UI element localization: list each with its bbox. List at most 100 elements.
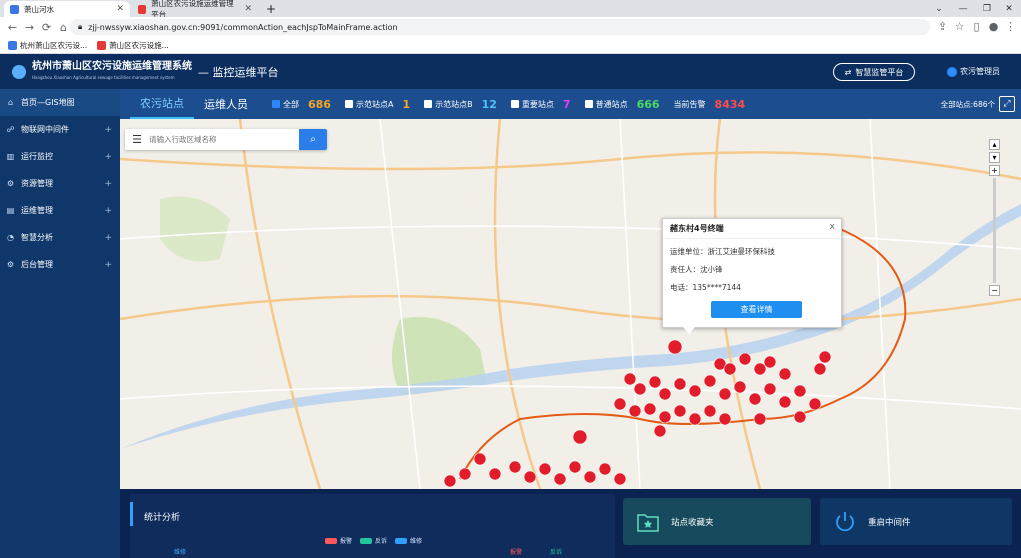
back-icon[interactable]: ← [4, 21, 21, 34]
user-menu[interactable]: 农污管理员 [947, 66, 1000, 77]
sidebar-item-monitor[interactable]: ▥ 运行监控 + [0, 143, 120, 170]
star-icon[interactable]: ☆ [951, 20, 968, 33]
reload-icon[interactable]: ⟳ [38, 21, 55, 34]
monitor-icon: ▥ [6, 152, 15, 161]
bookmark-favicon-icon [8, 40, 17, 50]
site-marker [658, 387, 672, 401]
close-icon[interactable]: ✕ [116, 4, 124, 14]
restart-label: 重启中间件 [868, 517, 911, 528]
maintenance-icon: ▤ [6, 206, 15, 215]
site-marker [763, 355, 777, 369]
zoom-slider[interactable] [993, 178, 996, 283]
new-tab-label: + [266, 2, 277, 16]
site-marker [643, 402, 657, 416]
url-input[interactable]: 🔒︎ zjj-nwssyw.xiaoshan.gov.cn:9091/commo… [70, 19, 930, 35]
tab-label: 运维人员 [204, 98, 248, 111]
filter-important-checkbox[interactable]: 重要站点 7 [510, 98, 571, 111]
new-tab-button[interactable]: + [260, 1, 278, 17]
zoom-in-icon[interactable]: + [989, 165, 1000, 176]
profile-icon[interactable]: ● [985, 20, 1002, 33]
popup-phone: 电话：135****7144 [670, 283, 741, 292]
site-marker [753, 412, 767, 426]
site-marker [793, 410, 807, 424]
pan-up-icon[interactable]: ▴ [989, 139, 1000, 150]
filter-demo-a-checkbox[interactable]: 示范站点A 1 [344, 98, 410, 111]
site-marker [738, 352, 752, 366]
tab-sites[interactable]: 农污站点 [130, 89, 194, 119]
checkbox-icon[interactable] [344, 100, 353, 108]
share-icon[interactable]: ⇪ [934, 20, 951, 33]
browser-tab-bar: 萧山河水 ✕ 萧山区农污设施运维管理平台 ✕ + ⌄ — ❐ ✕ [0, 0, 1021, 19]
favorites-label: 站点收藏夹 [671, 517, 714, 528]
sidebar-item-iot[interactable]: ☍ 物联网中间件 + [0, 116, 120, 143]
site-favorites-button[interactable]: 站点收藏夹 [623, 498, 811, 545]
filter-label: 普通站点 [595, 99, 628, 109]
sidebar-item-label: 资源管理 [21, 179, 53, 188]
checkbox-checked-icon[interactable] [272, 100, 280, 108]
sidebar-item-maintenance[interactable]: ▤ 运维管理 + [0, 197, 120, 224]
region-search-input[interactable] [149, 135, 299, 144]
site-marker [523, 470, 537, 484]
browser-tab-2[interactable]: 萧山区农污设施运维管理平台 ✕ [132, 0, 258, 19]
sidebar-item-analysis[interactable]: ◔ 智慧分析 + [0, 224, 120, 251]
pan-down-icon[interactable]: ▾ [989, 152, 1000, 163]
close-icon[interactable]: x [830, 222, 835, 232]
site-marker [808, 397, 822, 411]
tab-personnel[interactable]: 运维人员 [194, 89, 258, 119]
site-marker [443, 474, 457, 488]
sidebar-item-label: 后台管理 [21, 260, 53, 269]
close-icon[interactable]: ✕ [244, 4, 252, 14]
site-marker [488, 467, 502, 481]
bookmark-item[interactable]: 杭州萧山区农污设... [8, 40, 87, 51]
filter-all-checkbox[interactable]: 全部 686 [272, 98, 331, 111]
restore-icon[interactable]: ❐ [975, 0, 999, 17]
popup-unit: 运维单位：浙江艾迪曼环保科技 [670, 247, 775, 256]
sidebar-item-gis-map[interactable]: ⌂ 首页—GIS地图 [0, 89, 120, 116]
more-icon[interactable]: ⋮ [1002, 20, 1019, 33]
home-icon: ⌂ [7, 98, 14, 107]
chevron-down-icon[interactable]: ⌄ [927, 0, 951, 17]
sidebar-item-resource[interactable]: ⚙ 资源管理 + [0, 170, 120, 197]
expand-icon[interactable]: + [104, 233, 112, 243]
sidepanel-icon[interactable]: ▯ [968, 20, 985, 33]
checkbox-icon[interactable] [584, 100, 593, 108]
tab-title: 萧山河水 [24, 4, 54, 14]
bookmark-favicon-icon [97, 40, 107, 50]
search-button[interactable]: ⌕ [299, 129, 327, 150]
legend-alarm[interactable]: 报警 [325, 536, 352, 545]
restart-middleware-button[interactable]: 重启中间件 [820, 498, 1012, 545]
zoom-out-icon[interactable]: − [989, 285, 1000, 296]
checkbox-icon[interactable] [510, 100, 519, 108]
legend-complaint[interactable]: 反诉 [360, 536, 387, 545]
expand-icon[interactable]: + [104, 260, 112, 270]
sidebar-item-admin[interactable]: ⚙ 后台管理 + [0, 251, 120, 278]
smart-supervision-button[interactable]: ⇄ 智慧监管平台 [833, 63, 915, 81]
filter-label: 示范站点A [355, 99, 394, 109]
expand-icon[interactable]: + [104, 206, 112, 216]
view-details-button[interactable]: 查看详情 [711, 301, 802, 318]
fullscreen-icon[interactable]: ⤢ [999, 96, 1015, 112]
resource-icon: ⚙ [6, 179, 15, 188]
menu-icon[interactable]: ☰ [125, 133, 149, 146]
expand-icon[interactable]: + [104, 179, 112, 189]
bookmark-item[interactable]: 萧山区农污设施... [97, 40, 169, 51]
expand-icon[interactable]: + [104, 125, 112, 135]
forward-icon[interactable]: → [21, 21, 38, 34]
site-marker [473, 452, 487, 466]
filter-demo-b-checkbox[interactable]: 示范站点B 12 [424, 98, 497, 111]
checkbox-icon[interactable] [424, 100, 433, 108]
browser-tab-1[interactable]: 萧山河水 ✕ [4, 1, 130, 17]
filter-normal-checkbox[interactable]: 普通站点 666 [584, 98, 660, 111]
filter-label: 全部 [283, 99, 299, 109]
legend-repair[interactable]: 维修 [395, 536, 422, 545]
bookmark-label: 杭州萧山区农污设... [20, 40, 88, 50]
site-marker [748, 392, 762, 406]
expand-icon[interactable]: + [104, 152, 112, 162]
minimize-icon[interactable]: — [951, 0, 975, 17]
site-marker [778, 367, 792, 381]
power-icon [832, 509, 858, 535]
close-window-icon[interactable]: ✕ [997, 0, 1021, 17]
gis-map[interactable]: ☰ ⌕ ▴ ▾ + − 赭东村4号终端 x 运维单位：浙江艾迪曼环保科技 责任人… [120, 119, 1021, 489]
site-marker [583, 470, 597, 484]
sidebar-item-label: 物联网中间件 [21, 125, 69, 134]
